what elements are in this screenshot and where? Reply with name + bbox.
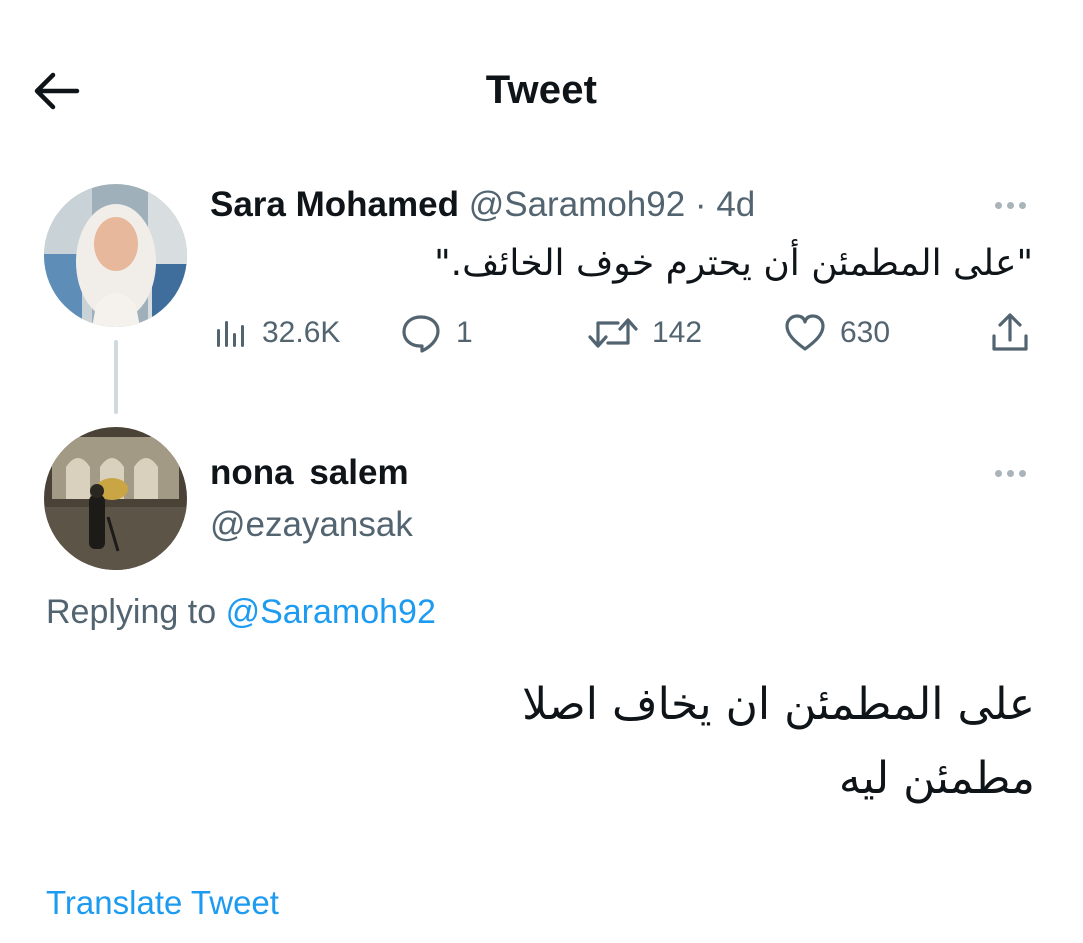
retweet-button[interactable]: 142: [588, 308, 702, 358]
reply-more-options-button[interactable]: [988, 458, 1032, 488]
tweet-time[interactable]: 4d: [716, 185, 755, 224]
analytics-icon: [217, 321, 244, 347]
replying-to: Replying to @Saramoh92: [46, 593, 436, 632]
reply-button[interactable]: 1: [400, 308, 473, 358]
avatar-sara[interactable]: [44, 184, 187, 327]
more-icon: [992, 469, 1028, 477]
reply-icon: [402, 315, 440, 353]
reply-author-handle[interactable]: @ezayansak: [210, 505, 413, 545]
translate-tweet-link[interactable]: Translate Tweet: [46, 884, 279, 922]
thread-connector-line: [114, 340, 118, 414]
retweet-icon: [588, 318, 638, 348]
reply-author-name[interactable]: nona salem: [210, 453, 409, 493]
replying-handle-link[interactable]: @Saramoh92: [226, 593, 436, 631]
retweet-count: 142: [652, 316, 703, 349]
more-options-button[interactable]: [988, 190, 1032, 220]
like-button[interactable]: 630: [784, 308, 890, 358]
like-icon: [785, 314, 825, 351]
share-button[interactable]: [990, 308, 1030, 358]
page-title: Tweet: [485, 68, 598, 112]
replying-prefix: Replying to: [46, 593, 217, 631]
reply-text: على المطمئن ان يخاف اصلا مطمئن ليه: [522, 668, 1035, 816]
author-name[interactable]: Sara Mohamed: [210, 185, 459, 224]
avatar-image: [44, 427, 187, 570]
tweet-text: "على المطمئن أن يحترم خوف الخائف.": [434, 243, 1033, 284]
views-count: 32.6K: [262, 316, 341, 349]
reply-text-line: مطمئن ليه: [838, 753, 1035, 804]
more-icon: [992, 201, 1028, 209]
avatar-image: [44, 184, 187, 327]
author-handle[interactable]: @Saramoh92: [469, 185, 685, 224]
reply-count: 1: [456, 316, 473, 349]
time-separator: ·: [694, 185, 707, 224]
tweet-header: Sara Mohamed @Saramoh92 · 4d: [210, 183, 755, 227]
avatar-nona[interactable]: [44, 427, 187, 570]
views-button[interactable]: 32.6K: [212, 308, 340, 358]
like-count: 630: [840, 316, 891, 349]
reply-text-line: على المطمئن ان يخاف اصلا: [522, 679, 1035, 730]
share-icon: [992, 313, 1028, 351]
